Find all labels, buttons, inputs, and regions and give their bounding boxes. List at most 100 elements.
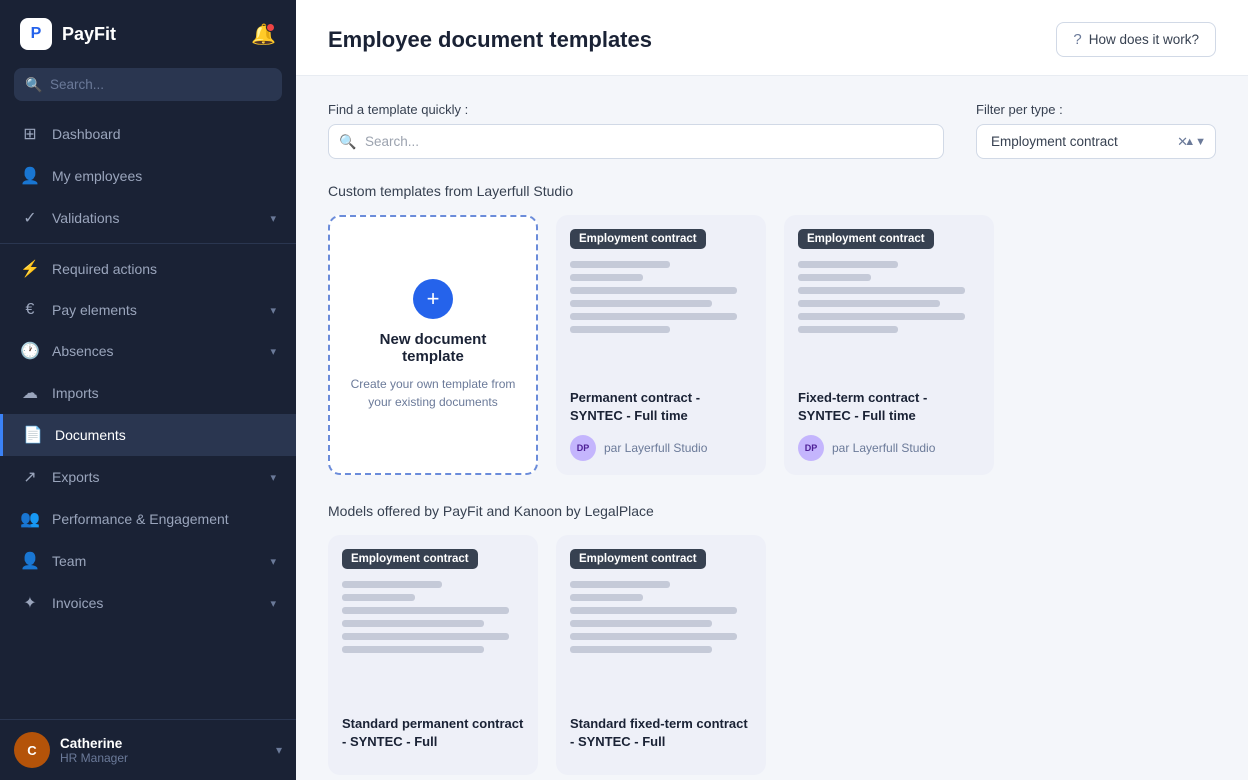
new-doc-title: New document template bbox=[350, 331, 516, 365]
type-filter-group: Filter per type : Employment contract Ad… bbox=[976, 102, 1216, 159]
card-title: Fixed-term contract - SYNTEC - Full time bbox=[798, 389, 980, 425]
chevron-down-icon: ▾ bbox=[270, 212, 276, 225]
preview-line bbox=[570, 287, 737, 294]
type-filter-label: Filter per type : bbox=[976, 102, 1216, 117]
page-header: Employee document templates ? How does i… bbox=[296, 0, 1248, 76]
preview-line bbox=[570, 326, 670, 333]
employees-icon: 👤 bbox=[20, 166, 40, 186]
contract-type-badge: Employment contract bbox=[570, 229, 706, 249]
preview-line bbox=[342, 620, 484, 627]
select-clear-button[interactable]: ✕ bbox=[1177, 134, 1188, 150]
nav-divider bbox=[0, 243, 296, 244]
author-name: par Layerfull Studio bbox=[604, 441, 707, 455]
template-card[interactable]: Employment contract Permanent contract -… bbox=[556, 215, 766, 475]
contract-type-badge: Employment contract bbox=[342, 549, 478, 569]
preview-line bbox=[570, 581, 670, 588]
search-filter-group: Find a template quickly : 🔍 bbox=[328, 102, 944, 159]
sidebar-item-label: Invoices bbox=[52, 595, 103, 611]
card-preview-lines bbox=[556, 249, 766, 379]
chevron-down-icon: ▾ bbox=[270, 304, 276, 317]
preview-line bbox=[798, 261, 898, 268]
card-title: Standard fixed-term contract - SYNTEC - … bbox=[570, 715, 752, 751]
search-icon: 🔍 bbox=[25, 76, 42, 93]
card-author: DP par Layerfull Studio bbox=[570, 435, 752, 461]
help-button[interactable]: ? How does it work? bbox=[1056, 22, 1216, 57]
preview-line bbox=[798, 313, 965, 320]
preview-line bbox=[342, 633, 509, 640]
sidebar-search-input[interactable] bbox=[14, 68, 282, 101]
card-preview-lines bbox=[784, 249, 994, 379]
template-card[interactable]: Employment contract Fixed-term contract … bbox=[784, 215, 994, 475]
sidebar-item-team[interactable]: 👤 Team ▾ bbox=[0, 540, 296, 582]
card-footer: Fixed-term contract - SYNTEC - Full time… bbox=[784, 379, 994, 475]
preview-line bbox=[570, 261, 670, 268]
sidebar-item-validations[interactable]: ✓ Validations ▾ bbox=[0, 197, 296, 239]
sidebar-item-exports[interactable]: ↗ Exports ▾ bbox=[0, 456, 296, 498]
user-name: Catherine bbox=[60, 736, 128, 751]
sidebar-item-label: Pay elements bbox=[52, 302, 137, 318]
preview-line bbox=[570, 274, 643, 281]
payfit-section: Models offered by PayFit and Kanoon by L… bbox=[328, 503, 1216, 775]
sidebar-nav: ⊞ Dashboard 👤 My employees ✓ Validations… bbox=[0, 113, 296, 624]
team-icon: 👤 bbox=[20, 551, 40, 571]
page-title: Employee document templates bbox=[328, 27, 652, 53]
new-document-card[interactable]: + New document template Create your own … bbox=[328, 215, 538, 475]
plus-icon: + bbox=[413, 279, 453, 319]
template-card[interactable]: Employment contract Standard fixed-term … bbox=[556, 535, 766, 775]
help-circle-icon: ? bbox=[1073, 31, 1081, 48]
sidebar-item-performance-engagement[interactable]: 👥 Performance & Engagement bbox=[0, 498, 296, 540]
template-card[interactable]: Employment contract Standard permanent c… bbox=[328, 535, 538, 775]
user-role: HR Manager bbox=[60, 751, 128, 765]
sidebar-item-label: Validations bbox=[52, 210, 119, 226]
sidebar-item-absences[interactable]: 🕐 Absences ▾ bbox=[0, 330, 296, 372]
notifications-button[interactable]: 🔔 bbox=[251, 22, 276, 47]
card-preview-lines bbox=[328, 569, 538, 705]
template-search-input[interactable] bbox=[328, 124, 944, 159]
avatar: C bbox=[14, 732, 50, 768]
preview-line bbox=[570, 633, 737, 640]
sidebar-item-imports[interactable]: ☁ Imports bbox=[0, 372, 296, 414]
chevron-down-icon: ▾ bbox=[270, 345, 276, 358]
main-content: Employee document templates ? How does i… bbox=[296, 0, 1248, 780]
required-actions-icon: ⚡ bbox=[20, 259, 40, 279]
sidebar-item-label: My employees bbox=[52, 168, 142, 184]
sidebar-user-area[interactable]: C Catherine HR Manager ▾ bbox=[0, 719, 296, 780]
custom-section: Custom templates from Layerfull Studio +… bbox=[328, 183, 1216, 475]
sidebar-item-label: Exports bbox=[52, 469, 99, 485]
sidebar-item-invoices[interactable]: ✦ Invoices ▾ bbox=[0, 582, 296, 624]
payfit-section-title: Models offered by PayFit and Kanoon by L… bbox=[328, 503, 1216, 519]
user-menu-chevron: ▾ bbox=[276, 743, 282, 757]
card-footer: Permanent contract - SYNTEC - Full time … bbox=[556, 379, 766, 475]
notification-dot bbox=[266, 23, 275, 32]
card-footer: Standard fixed-term contract - SYNTEC - … bbox=[556, 705, 766, 775]
sidebar-item-dashboard[interactable]: ⊞ Dashboard bbox=[0, 113, 296, 155]
preview-line bbox=[570, 607, 737, 614]
sidebar-item-pay-elements[interactable]: € Pay elements ▾ bbox=[0, 290, 296, 330]
preview-line bbox=[798, 274, 871, 281]
author-avatar: DP bbox=[570, 435, 596, 461]
sidebar-item-label: Required actions bbox=[52, 261, 157, 277]
logo-area: P PayFit bbox=[20, 18, 116, 50]
imports-icon: ☁ bbox=[20, 383, 40, 403]
sidebar-header: P PayFit 🔔 bbox=[0, 0, 296, 68]
preview-line bbox=[342, 581, 442, 588]
preview-line bbox=[570, 594, 643, 601]
sidebar-item-label: Dashboard bbox=[52, 126, 121, 142]
preview-line bbox=[798, 326, 898, 333]
card-footer: Standard permanent contract - SYNTEC - F… bbox=[328, 705, 538, 775]
filters-row: Find a template quickly : 🔍 Filter per t… bbox=[328, 102, 1216, 159]
documents-icon: 📄 bbox=[23, 425, 43, 445]
card-title: Standard permanent contract - SYNTEC - F… bbox=[342, 715, 524, 751]
invoices-icon: ✦ bbox=[20, 593, 40, 613]
sidebar-item-my-employees[interactable]: 👤 My employees bbox=[0, 155, 296, 197]
preview-line bbox=[570, 313, 737, 320]
preview-line bbox=[570, 300, 712, 307]
preview-line bbox=[342, 594, 415, 601]
sidebar-item-label: Performance & Engagement bbox=[52, 511, 229, 527]
dashboard-icon: ⊞ bbox=[20, 124, 40, 144]
sidebar-item-required-actions[interactable]: ⚡ Required actions bbox=[0, 248, 296, 290]
sidebar-item-documents[interactable]: 📄 Documents bbox=[0, 414, 296, 456]
performance-icon: 👥 bbox=[20, 509, 40, 529]
card-title: Permanent contract - SYNTEC - Full time bbox=[570, 389, 752, 425]
sidebar-item-label: Team bbox=[52, 553, 86, 569]
